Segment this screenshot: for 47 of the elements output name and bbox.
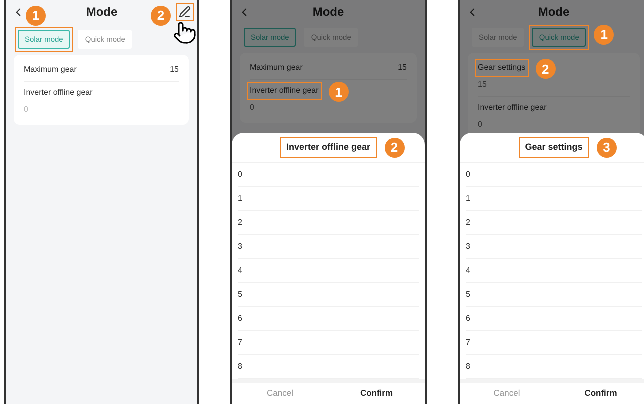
picker-option[interactable]: 2 [466,211,642,235]
field-value: 15 [398,62,407,74]
confirm-button[interactable]: Confirm [328,387,425,400]
step-number-badge: 1 [26,6,46,26]
field-value: 0 [24,104,30,116]
picker-option[interactable]: 5 [466,283,642,307]
field-label: Maximum gear [250,62,303,74]
highlight-frame [15,27,74,52]
sheet-title: Inverter offline gear [286,140,371,154]
picker-option[interactable]: 3 [238,235,419,259]
picker-option[interactable]: 0 [466,163,642,187]
picker-option[interactable]: 1 [466,187,642,211]
step-number-badge: 2 [384,138,405,158]
picker-option[interactable]: 6 [466,307,642,331]
screen-title: Mode [86,4,118,21]
screen-title: Mode [538,4,570,21]
step-number-badge: 3 [596,138,617,158]
field-value: 0 [250,102,256,114]
highlight-frame [529,25,590,50]
picker-option[interactable]: 3 [466,235,642,259]
field-label[interactable]: Inverter offline gear [24,87,93,100]
field-label[interactable]: Gear settings [478,62,526,74]
field-value: 15 [170,64,179,76]
picker-option[interactable]: 4 [238,259,419,283]
picker-option[interactable]: 5 [238,283,419,307]
picker-option[interactable]: 6 [238,307,419,331]
picker-option[interactable]: 7 [466,331,642,355]
picker-option[interactable]: 2 [238,211,419,235]
picker-option[interactable]: 4 [466,259,642,283]
field-label[interactable]: Inverter offline gear [250,85,319,98]
picker-option[interactable]: 1 [238,187,419,211]
sheet-title: Gear settings [525,140,583,154]
step-number-badge: 1 [594,25,614,45]
screen-title: Mode [312,4,344,21]
highlight-frame [475,59,529,78]
edit-icon[interactable] [179,6,191,18]
step-number-badge: 2 [536,59,556,80]
field-value: 15 [478,79,488,92]
confirm-button[interactable]: Confirm [554,387,644,400]
field-value: 0 [478,119,484,132]
highlight-frame [176,3,194,21]
field-label: Maximum gear [24,64,77,76]
step-number-badge: 2 [151,6,171,26]
picker-option[interactable]: 7 [238,331,419,355]
picker-option[interactable]: 0 [238,163,419,187]
field-label[interactable]: Inverter offline gear [478,102,547,114]
step-number-badge: 1 [328,82,349,102]
